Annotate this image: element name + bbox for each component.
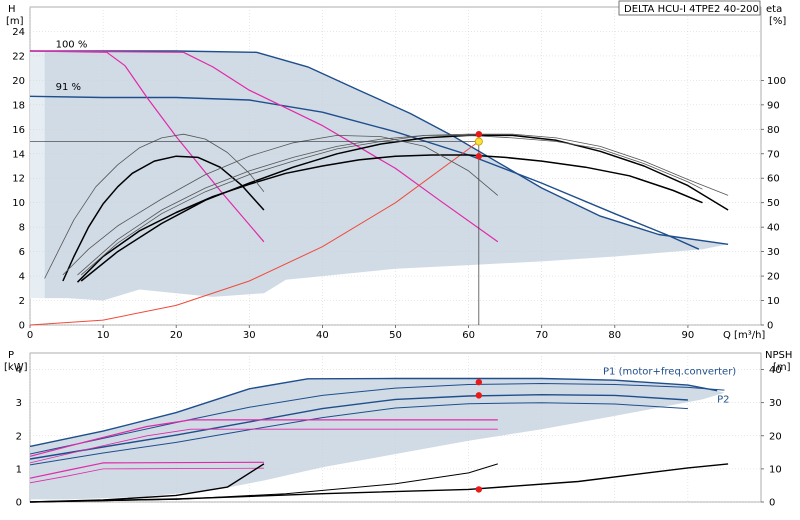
y-left-tick-label: 20 [12, 76, 25, 87]
y-left-tick-label: 14 [12, 149, 25, 160]
x-tick-label: 20 [170, 330, 183, 341]
y-right-tick-label: 90 [767, 100, 780, 111]
annotation-91-percent: 91 % [56, 82, 81, 93]
pump-curve-chart: 0 10 20 30 40 50 60 70 80 90024681012141618202224… [4, 0, 792, 509]
x-tick-label: 70 [535, 330, 548, 341]
p-left-label: P [8, 350, 14, 361]
y-left-unit: [m] [6, 16, 24, 27]
power-panel: 01234010203040 P [kW] NPSH [m] P1 (motor… [4, 350, 792, 509]
y-left-tick-label: 2 [19, 296, 25, 307]
y-right-tick-label: 50 [767, 198, 780, 209]
y-left-tick-label: 24 [12, 27, 25, 38]
y-right-tick-label: 30 [767, 247, 780, 258]
annotation-100-percent: 100 % [56, 39, 88, 50]
npsh-right-label: NPSH [765, 350, 792, 361]
op-marker-head [475, 131, 483, 138]
x-tick-label: 10 [97, 330, 110, 341]
y-right-tick-label: 10 [767, 296, 780, 307]
chart-title: DELTA HCU-I 4TPE2 40-200 [624, 4, 759, 15]
y-right-tick-label: 70 [767, 149, 780, 160]
x-axis-label: Q [m³/h] [723, 330, 765, 341]
y-right-unit: [%] [769, 16, 786, 27]
title-box: DELTA HCU-I 4TPE2 40-200 [618, 0, 761, 16]
npsh-right-unit: [m] [773, 362, 791, 373]
p-tick-label: 0 [16, 498, 22, 509]
y-right-tick-label: 20 [767, 272, 780, 283]
y-left-tick-label: 12 [12, 174, 25, 185]
power-marker-0 [475, 378, 483, 386]
x-tick-label: 50 [389, 330, 402, 341]
x-tick-label: 30 [243, 330, 256, 341]
head-panel: 0 10 20 30 40 50 60 70 80 90024681012141618202224… [6, 0, 786, 341]
y-right-tick-label: 60 [767, 174, 780, 185]
p-tick-label: 1 [16, 464, 22, 475]
op-marker-eta [475, 153, 483, 160]
y-left-tick-label: 0 [19, 321, 25, 332]
power-marker-2 [475, 486, 483, 493]
npsh-tick-label: 10 [769, 464, 782, 475]
y-left-tick-label: 8 [19, 223, 25, 234]
y-left-tick-label: 10 [12, 198, 25, 209]
annotation-p2: P2 [717, 395, 729, 406]
op-marker-duty [474, 137, 483, 146]
x-tick-label: 80 [608, 330, 621, 341]
y-left-tick-label: 16 [12, 125, 25, 136]
y-left-tick-label: 6 [19, 247, 25, 258]
annotation-p1: P1 (motor+freq.converter) [603, 367, 736, 378]
npsh-tick-label: 30 [769, 398, 782, 409]
x-tick-label: 60 [462, 330, 475, 341]
x-tick-label: 0 [27, 330, 33, 341]
p-left-unit: [kW] [4, 362, 28, 373]
p-tick-label: 3 [16, 398, 22, 409]
p-tick-label: 2 [16, 431, 22, 442]
y-left-tick-label: 4 [19, 272, 25, 283]
head-area-edge [30, 51, 45, 299]
npsh-tick-label: 0 [769, 498, 775, 509]
y-left-tick-label: 22 [12, 51, 25, 62]
npsh-tick-label: 20 [769, 431, 782, 442]
x-tick-label: 40 [316, 330, 329, 341]
y-right-tick-label: 100 [767, 76, 786, 87]
y-right-tick-label: 80 [767, 125, 780, 136]
y-left-label: H [8, 4, 16, 15]
y-right-tick-label: 0 [767, 321, 773, 332]
x-tick-label: 90 [682, 330, 695, 341]
y-left-tick-label: 18 [12, 100, 25, 111]
y-right-label: eta [766, 4, 782, 15]
y-right-tick-label: 40 [767, 223, 780, 234]
power-marker-1 [475, 392, 483, 399]
